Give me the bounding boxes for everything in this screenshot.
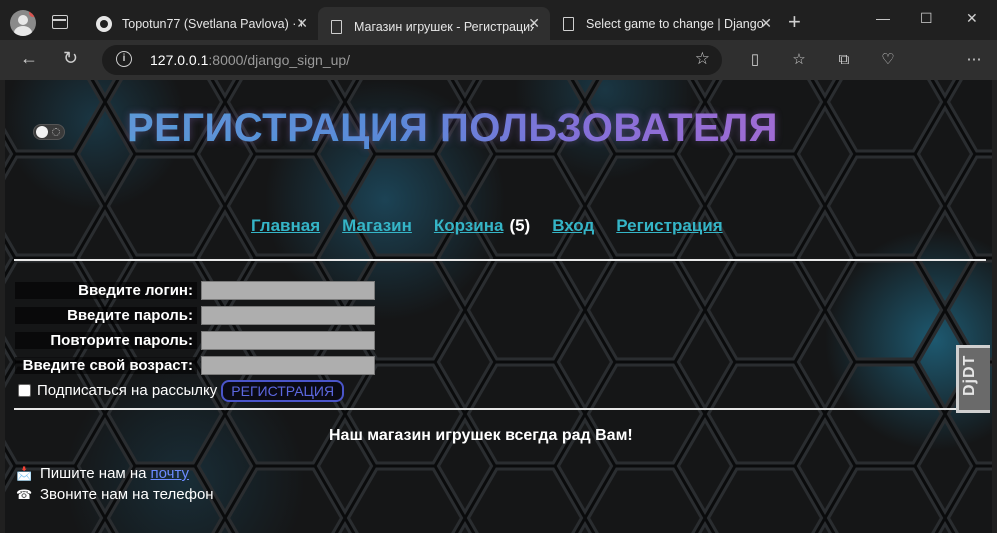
toggle-knob xyxy=(36,126,48,138)
subscribe-label: Подписаться на рассылку xyxy=(37,382,218,399)
nav-link-home[interactable]: Главная xyxy=(251,216,320,235)
djdt-label: DjDT xyxy=(961,354,978,396)
tab-title: Topotun77 (Svetlana Pavlova) · G xyxy=(122,16,302,31)
split-screen-icon[interactable]: ▯ xyxy=(746,52,764,68)
url-text[interactable]: 127.0.0.1:8000/django_sign_up/ xyxy=(150,52,350,68)
phone-text: Звоните нам на телефон xyxy=(40,486,214,503)
close-tab-icon[interactable]: ✕ xyxy=(760,15,772,32)
new-tab-button[interactable]: + xyxy=(788,11,801,33)
email-contact: 📩 Пишите нам на почту xyxy=(16,465,189,482)
document-icon xyxy=(328,19,344,35)
minimize-button[interactable]: — xyxy=(876,10,890,26)
nav-link-shop[interactable]: Магазин xyxy=(342,216,412,235)
mail-icon: 📩 xyxy=(16,465,33,481)
collections-icon[interactable]: ⧉ xyxy=(835,52,853,68)
address-bar[interactable]: i 127.0.0.1:8000/django_sign_up/ ☆ xyxy=(102,45,722,75)
login-input[interactable] xyxy=(201,281,375,300)
document-icon xyxy=(560,16,576,32)
nav-link-login[interactable]: Вход xyxy=(552,216,594,235)
debug-toolbar-handle[interactable]: DjDT xyxy=(956,345,990,413)
close-tab-icon[interactable]: ✕ xyxy=(296,15,308,32)
register-button[interactable]: РЕГИСТРАЦИЯ xyxy=(221,379,345,402)
close-tab-icon[interactable]: ✕ xyxy=(528,15,540,32)
cart-count: (5) xyxy=(509,216,531,235)
back-arrow-icon[interactable]: ← xyxy=(20,48,38,69)
tab-github[interactable]: Topotun77 (Svetlana Pavlova) · G ✕ xyxy=(86,7,318,40)
main-navigation: Главная Магазин Корзина (5) Вход Регистрация xyxy=(251,216,745,236)
maximize-button[interactable]: ☐ xyxy=(920,10,933,27)
email-text: Пишите нам на xyxy=(40,465,147,482)
telephone-icon: ☎ xyxy=(16,486,33,502)
repeat-password-input[interactable] xyxy=(201,331,375,350)
nav-link-cart[interactable]: Корзина xyxy=(434,216,504,235)
age-label: Введите свой возраст: xyxy=(15,357,197,374)
divider xyxy=(14,408,986,410)
browser-essentials-icon[interactable]: ♡ xyxy=(879,52,897,68)
divider xyxy=(14,259,986,261)
page-title: РЕГИСТРАЦИЯ ПОЛЬЗОВАТЕЛЯ xyxy=(127,106,779,150)
theme-toggle[interactable] xyxy=(33,124,65,140)
favorite-star-icon[interactable]: ☆ xyxy=(695,49,710,69)
profile-avatar[interactable] xyxy=(10,10,36,36)
email-link[interactable]: почту xyxy=(151,465,190,482)
tab-title: Select game to change | Django xyxy=(586,16,764,31)
url-path: :8000/django_sign_up/ xyxy=(208,52,351,68)
login-label: Введите логин: xyxy=(15,282,197,299)
nav-link-register[interactable]: Регистрация xyxy=(616,216,722,235)
tab-actions-icon[interactable] xyxy=(52,15,68,29)
favorites-icon[interactable]: ☆ xyxy=(790,52,808,68)
page-content: РЕГИСТРАЦИЯ ПОЛЬЗОВАТЕЛЯ Главная Магазин К… xyxy=(5,80,992,533)
phone-contact: ☎ Звоните нам на телефон xyxy=(16,486,214,503)
age-input[interactable] xyxy=(201,356,375,375)
sun-icon xyxy=(52,128,60,136)
site-info-icon[interactable]: i xyxy=(116,51,132,67)
notification-dot xyxy=(29,10,36,17)
url-host: 127.0.0.1 xyxy=(150,52,209,68)
password-label: Введите пароль: xyxy=(15,307,197,324)
repeat-password-label: Повторите пароль: xyxy=(15,332,197,349)
github-icon xyxy=(96,15,112,32)
reload-icon[interactable]: ↻ xyxy=(63,48,78,69)
welcome-message: Наш магазин игрушек всегда рад Вам! xyxy=(329,427,633,444)
more-menu-icon[interactable]: ⋯ xyxy=(965,52,983,68)
subscribe-checkbox[interactable] xyxy=(18,384,31,397)
signup-form: Введите логин: Введите пароль: Повторите… xyxy=(15,278,375,403)
browser-window: Topotun77 (Svetlana Pavlova) · G ✕ Магаз… xyxy=(0,0,997,533)
close-window-button[interactable]: ✕ xyxy=(966,10,978,27)
address-toolbar: ← ↻ i 127.0.0.1:8000/django_sign_up/ ☆ ▯… xyxy=(0,40,997,80)
tab-django-admin[interactable]: Select game to change | Django ✕ xyxy=(550,7,782,40)
tab-title: Магазин игрушек - Регистрация xyxy=(354,19,534,34)
password-input[interactable] xyxy=(201,306,375,325)
